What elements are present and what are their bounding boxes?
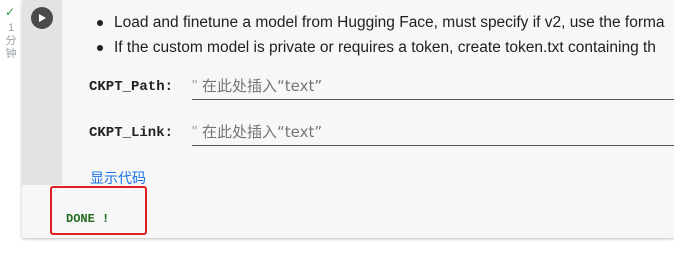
ckpt-link-field: ": [192, 121, 674, 146]
check-icon: ✓: [5, 5, 16, 19]
execution-time: 1分钟: [5, 22, 17, 60]
ckpt-link-input[interactable]: [202, 121, 674, 143]
ckpt-link-label: CKPT_Link:: [89, 125, 174, 141]
cell-text-area: Load and finetune a model from Hugging F…: [62, 0, 674, 185]
run-cell-button[interactable]: [31, 7, 53, 29]
quote-mark: ": [192, 123, 198, 140]
quote-mark: ": [192, 77, 198, 94]
highlight-annotation: [50, 186, 147, 235]
show-code-link[interactable]: 显示代码: [90, 168, 146, 185]
ckpt-path-field: ": [192, 75, 674, 100]
list-item: If the custom model is private or requir…: [92, 35, 665, 60]
ckpt-path-label: CKPT_Path:: [89, 79, 174, 95]
instruction-list: Load and finetune a model from Hugging F…: [92, 10, 665, 60]
execution-gutter: ✓ 1分钟: [0, 0, 22, 253]
list-item: Load and finetune a model from Hugging F…: [92, 10, 665, 35]
play-icon: [39, 14, 46, 22]
ckpt-path-input[interactable]: [202, 75, 674, 97]
